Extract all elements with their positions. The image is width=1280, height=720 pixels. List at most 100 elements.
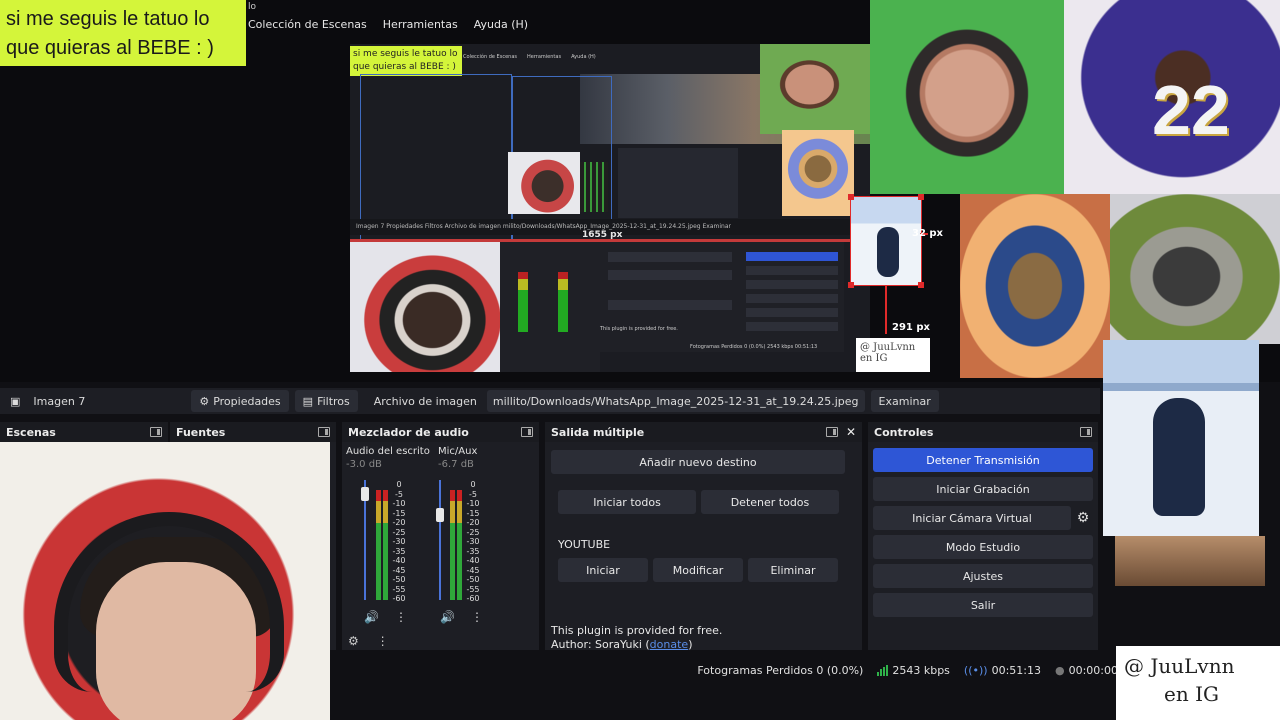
stop-streaming-button[interactable]: Detener Transmisión (873, 448, 1093, 472)
gear-icon[interactable]: ⚙ (348, 634, 359, 648)
text-overlay[interactable]: si me seguis le tatuo lo que quieras al … (0, 0, 246, 66)
scale-tick: -40 (392, 556, 406, 565)
start-button[interactable]: Iniciar (558, 558, 648, 582)
author-suffix: ) (688, 638, 693, 651)
scale-tick: -25 (392, 527, 406, 537)
more-icon[interactable]: ⋮ (471, 610, 483, 624)
scale-tick: -45 (466, 565, 480, 575)
more-icon[interactable]: ⋮ (377, 634, 389, 648)
scale-tick: -50 (466, 575, 480, 584)
distance-label-right: 32 px (912, 228, 944, 239)
man-image-small[interactable] (760, 44, 870, 134)
settings-button[interactable]: Ajustes (873, 564, 1093, 588)
gear-icon[interactable]: ⚙ (1073, 506, 1093, 530)
dog-image-partial[interactable] (1115, 536, 1265, 586)
start-virtual-camera-button[interactable]: Iniciar Cámara Virtual (873, 506, 1071, 530)
watermark-image-small[interactable]: @ JuuLvnn en IG (856, 338, 930, 372)
filters-button[interactable]: ▤ Filtros (294, 390, 358, 412)
speaker-icon[interactable]: 🔊 (440, 610, 455, 624)
snow-boy-image[interactable] (1103, 340, 1259, 536)
donate-link[interactable]: donate (650, 638, 689, 651)
undock-icon[interactable] (825, 427, 838, 437)
scale-tick: -20 (392, 518, 406, 527)
modify-button[interactable]: Modificar (653, 558, 743, 582)
browse-button[interactable]: Examinar (870, 390, 939, 412)
headset (54, 512, 284, 692)
overlay-line1: si me seguis le tatuo lo (6, 8, 210, 30)
nested-button (746, 280, 838, 289)
meter-bar (450, 489, 455, 600)
add-destination-button[interactable]: Añadir nuevo destino (551, 450, 845, 474)
nested-controls (740, 242, 844, 352)
menu-scene-collection[interactable]: Colección de Escenas (248, 18, 367, 31)
nested-button (746, 322, 838, 331)
program-preview[interactable]: lo Colección de Escenas Herramientas Ayu… (0, 0, 1280, 586)
football-player-image[interactable]: 22 (1064, 0, 1280, 194)
schnauzer-image[interactable] (1110, 194, 1280, 344)
properties-button[interactable]: ⚙ Propiedades (191, 390, 289, 412)
man-portrait-image[interactable] (870, 0, 1064, 194)
sources-title: Fuentes (176, 425, 226, 439)
stop-all-button[interactable]: Detener todos (701, 490, 839, 514)
nested-menu-item: Colección de Escenas (463, 54, 517, 60)
start-all-button[interactable]: Iniciar todos (558, 490, 696, 514)
jersey-number: 22 (1152, 71, 1230, 149)
scale-tick: -55 (392, 584, 406, 594)
watermark-small-line1: @ JuuLvnn (860, 342, 916, 353)
meter-scale: 0 -5 -10 -15 -20 -25 -30 -35 -40 -45 -50 -55 -60 (392, 480, 406, 604)
speaker-icon[interactable]: 🔊 (364, 610, 379, 624)
exit-button[interactable]: Salir (873, 593, 1093, 617)
nested-webcam (508, 152, 580, 214)
scale-tick: -40 (466, 556, 480, 565)
resize-handle[interactable] (918, 194, 924, 200)
scale-tick: -15 (466, 508, 480, 518)
nested-multi-output (600, 242, 740, 352)
distance-label-bottom: 291 px (892, 322, 930, 333)
scale-tick: -60 (392, 594, 406, 603)
more-icon[interactable]: ⋮ (395, 610, 407, 624)
mixer-settings: ⚙ ⋮ (348, 634, 389, 648)
nested-status: Fotogramas Perdidos 0 (0.0%) 2543 kbps 0… (690, 344, 818, 350)
menubar: Colección de Escenas Herramientas Ayuda … (248, 18, 528, 31)
channel-db: -3.0 dB (346, 459, 382, 470)
stream-time: 00:51:13 (991, 663, 1041, 677)
volume-knob[interactable] (436, 507, 444, 522)
meter-scale: 0 -5 -10 -15 -20 -25 -30 -35 -40 -45 -50 -55 -60 (466, 480, 480, 604)
nested-free-text: This plugin is provided for free. (600, 326, 678, 332)
winged-dog-image-small[interactable] (782, 130, 854, 216)
close-icon[interactable]: ✕ (846, 425, 856, 439)
mixer-title: Mezclador de audio (348, 425, 469, 439)
resize-handle[interactable] (848, 282, 854, 288)
volume-slider[interactable] (439, 480, 441, 600)
plugin-author: Author: SoraYuki (donate) (551, 638, 722, 652)
kid-figure (1153, 398, 1205, 516)
scale-tick: -20 (466, 518, 480, 527)
menu-tools[interactable]: Herramientas (383, 18, 458, 31)
scenes-dock-title: Escenas (0, 422, 168, 442)
undock-icon[interactable] (318, 427, 330, 437)
start-recording-button[interactable]: Iniciar Grabación (873, 477, 1093, 501)
resize-handle[interactable] (848, 194, 854, 200)
delete-button[interactable]: Eliminar (748, 558, 838, 582)
menu-help[interactable]: Ayuda (H) (474, 18, 528, 31)
rec-time-indicator: ● 00:00:00 (1055, 664, 1118, 677)
nested-webcam-large (350, 242, 500, 372)
winged-dog-image[interactable] (960, 194, 1110, 378)
file-path-field[interactable]: millito/Downloads/WhatsApp_Image_2025-12… (486, 390, 865, 412)
mixer-dock-title: Mezclador de audio (342, 422, 539, 442)
nested-meter (558, 272, 568, 332)
resize-handle[interactable] (918, 282, 924, 288)
plugin-info: This plugin is provided for free. Author… (551, 624, 722, 652)
selected-image-source[interactable] (848, 194, 924, 288)
properties-label: Propiedades (213, 394, 281, 408)
nested-meters (580, 162, 608, 212)
nested-panel (618, 148, 738, 218)
volume-knob[interactable] (361, 487, 369, 502)
channel-name: Audio del escrito (346, 446, 430, 457)
studio-mode-button[interactable]: Modo Estudio (873, 535, 1093, 559)
level-meter (376, 480, 390, 600)
undock-icon[interactable] (150, 427, 162, 437)
undock-icon[interactable] (521, 427, 533, 437)
nested-menu-item: Ayuda (H) (571, 54, 596, 60)
undock-icon[interactable] (1080, 427, 1092, 437)
